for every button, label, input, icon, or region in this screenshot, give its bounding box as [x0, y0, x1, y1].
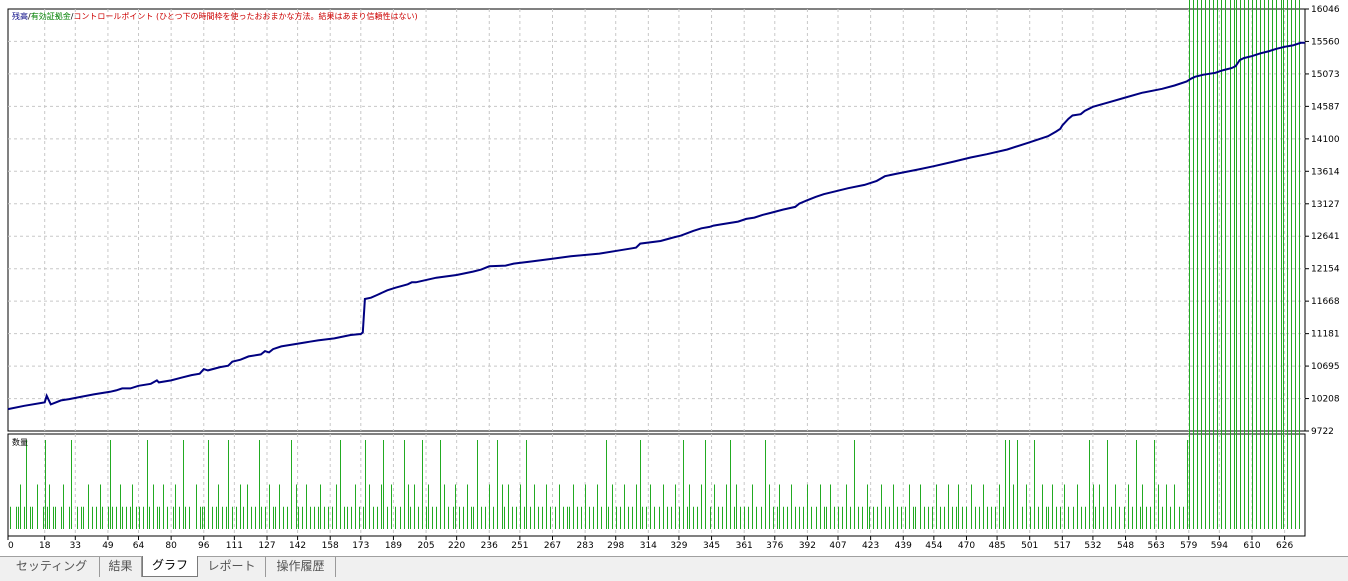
y-tick-label: 9722: [1311, 427, 1334, 437]
x-tick-label: 485: [988, 541, 1005, 551]
x-tick-label: 579: [1180, 541, 1197, 551]
y-tick-label: 11668: [1311, 297, 1340, 307]
x-tick-label: 407: [829, 541, 846, 551]
x-tick-label: 158: [322, 541, 339, 551]
x-tick-label: 563: [1148, 541, 1165, 551]
x-tick-label: 283: [577, 541, 594, 551]
y-tick-label: 14100: [1311, 135, 1340, 145]
x-tick-label: 236: [481, 541, 498, 551]
tab-graph[interactable]: グラフ: [142, 556, 198, 577]
x-tick-label: 626: [1276, 541, 1293, 551]
x-tick-label: 18: [39, 541, 51, 551]
x-tick-label: 610: [1243, 541, 1260, 551]
x-tick-label: 376: [766, 541, 783, 551]
y-tick-label: 10695: [1311, 362, 1340, 372]
x-tick-label: 173: [352, 541, 369, 551]
x-tick-label: 454: [925, 541, 942, 551]
x-tick-label: 189: [385, 541, 402, 551]
x-tick-label: 267: [544, 541, 561, 551]
x-tick-label: 142: [289, 541, 306, 551]
x-tick-label: 329: [670, 541, 687, 551]
legend-item: 有効証拠金: [31, 11, 71, 21]
x-tick-label: 392: [799, 541, 816, 551]
strategy-tester-graph: 9722 10208 10695 11181 11668 12154 12641 13127 1…: [7, 0, 1340, 551]
x-tick-label: 361: [736, 541, 753, 551]
y-tick-label: 15073: [1311, 70, 1340, 80]
x-tick-label: 470: [958, 541, 975, 551]
tab-bar: セッティング 結果 グラフ レポート 操作履歴: [0, 556, 1348, 581]
x-tick-label: 501: [1021, 541, 1038, 551]
x-tick-label: 594: [1211, 541, 1228, 551]
chart-area: 9722 10208 10695 11181 11668 12154 12641 13127 1…: [0, 0, 1348, 556]
y-tick-label: 14587: [1311, 102, 1340, 112]
y-tick-label: 12154: [1311, 265, 1340, 275]
x-tick-label: 49: [102, 541, 114, 551]
x-tick-label: 33: [70, 541, 81, 551]
x-tick-label: 64: [133, 541, 145, 551]
legend-item: 残高: [12, 11, 28, 21]
x-tick-label: 80: [165, 541, 177, 551]
x-tick-label: 345: [703, 541, 720, 551]
tab-report[interactable]: レポート: [198, 557, 266, 577]
x-tick-label: 205: [417, 541, 434, 551]
tab-results[interactable]: 結果: [100, 557, 142, 577]
main-panel-frame: [7, 8, 1306, 432]
y-tick-label: 13127: [1311, 200, 1340, 210]
x-tick-label: 314: [640, 541, 657, 551]
x-tick-label: 220: [448, 541, 465, 551]
y-tick-label: 13614: [1311, 167, 1340, 177]
x-tick-label: 517: [1054, 541, 1071, 551]
x-tick-label: 532: [1084, 541, 1101, 551]
y-tick-label: 15560: [1311, 37, 1340, 47]
tab-settings[interactable]: セッティング: [4, 557, 100, 577]
y-tick-label: 16046: [1311, 5, 1340, 15]
x-tick-label: 423: [862, 541, 879, 551]
y-tick-label: 10208: [1311, 395, 1340, 405]
y-tick-label: 12641: [1311, 232, 1340, 242]
x-tick-label: 96: [198, 541, 210, 551]
x-tick-label: 439: [895, 541, 912, 551]
x-tick-label: 0: [8, 541, 14, 551]
x-tick-label: 251: [511, 541, 528, 551]
x-tick-label: 127: [258, 541, 275, 551]
legend-item: コントロールポイント (ひとつ下の時間枠を使ったおおまかな方法。結果はあまり信頼…: [73, 11, 417, 21]
x-tick-label: 548: [1117, 541, 1134, 551]
x-tick-label: 298: [607, 541, 624, 551]
x-tick-label: 111: [226, 541, 243, 551]
y-tick-label: 11181: [1311, 330, 1340, 340]
volume-label: 数量: [12, 437, 28, 447]
tab-journal[interactable]: 操作履歴: [266, 557, 336, 577]
